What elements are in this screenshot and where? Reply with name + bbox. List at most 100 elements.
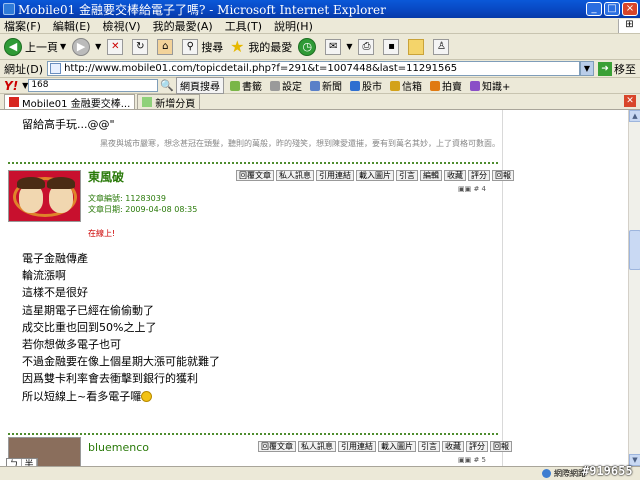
scroll-up-icon[interactable]: ▲	[629, 110, 640, 122]
post-line: 不過金融要在像上個星期大漲可能就難了	[22, 355, 220, 369]
history-button[interactable]: ◷	[298, 37, 319, 56]
edit-post-button[interactable]: 編輯	[420, 170, 442, 181]
yahoo-news[interactable]: 新聞	[310, 78, 342, 93]
forward-button[interactable]: ▶ ▼	[72, 37, 101, 56]
load-images-button[interactable]: 載入圖片	[378, 441, 416, 452]
menu-tools[interactable]: 工具(T)	[225, 18, 262, 34]
bookmark-button[interactable]: 收藏	[444, 170, 466, 181]
post-line: 這樣不是很好	[22, 286, 88, 300]
minimize-button[interactable]: _	[586, 2, 602, 16]
mobile01-favicon	[9, 97, 19, 107]
reply-button[interactable]: 回覆文章	[258, 441, 296, 452]
close-tab-icon[interactable]: ✕	[624, 95, 636, 107]
yahoo-search-input[interactable]: 168	[28, 79, 159, 92]
bookmark-button[interactable]: 收藏	[442, 441, 464, 452]
quote-link-button[interactable]: 引用連結	[338, 441, 376, 452]
post-number[interactable]: ▣▣ # 4	[458, 185, 486, 193]
post-username[interactable]: bluemenco	[88, 441, 149, 454]
yahoo-knowledge-label: 知識+	[482, 82, 511, 93]
forward-dropdown-icon[interactable]: ▼	[95, 42, 101, 51]
private-message-button[interactable]: 私人訊息	[276, 170, 314, 181]
menu-favorites[interactable]: 我的最愛(A)	[153, 18, 213, 34]
ie-icon	[3, 3, 15, 15]
quote-link-button[interactable]: 引用連結	[316, 170, 354, 181]
home-icon: ⌂	[157, 38, 174, 55]
yahoo-mail[interactable]: 信箱	[390, 78, 422, 93]
yahoo-settings[interactable]: 設定	[270, 78, 302, 93]
yahoo-toolbar: Y! ▼ 168 🔍 網頁搜尋 書籤 設定 新聞 股市 信箱 拍賣 知識+	[0, 77, 640, 94]
address-bar: 網址(D) http://www.mobile01.com/topicdetai…	[0, 60, 640, 78]
vertical-scrollbar[interactable]: ▲ ▼	[628, 110, 640, 466]
post-line: 所以短線上~看多電子囉	[22, 389, 142, 403]
post-date: 文章日期: 2009-04-08 08:35	[88, 205, 198, 214]
folder-icon	[408, 38, 425, 55]
auction-icon	[430, 80, 441, 91]
yahoo-stocks[interactable]: 股市	[350, 78, 382, 93]
home-button[interactable]: ⌂	[157, 38, 176, 55]
windows-logo-icon: ⊞	[618, 18, 640, 33]
forward-arrow-icon: ▶	[72, 37, 91, 56]
favorites-label: 我的最愛	[248, 40, 293, 54]
scroll-thumb[interactable]	[629, 230, 640, 270]
refresh-button[interactable]: ↻	[132, 38, 151, 55]
stop-button[interactable]: ✕	[107, 38, 126, 55]
yahoo-logo[interactable]: Y!	[4, 79, 18, 93]
report-button[interactable]: 回報	[492, 170, 514, 181]
messenger-button[interactable]: ♙	[433, 38, 452, 55]
yahoo-knowledge[interactable]: 知識+	[470, 78, 510, 93]
yahoo-search-icon[interactable]: 🔍	[160, 79, 174, 92]
mail-button[interactable]: ✉ ▼	[325, 38, 352, 55]
yahoo-bookmarks[interactable]: 書籤	[230, 78, 262, 93]
close-button[interactable]: ×	[622, 2, 638, 16]
back-button[interactable]: ◀ 上一頁 ▼	[4, 37, 66, 56]
menu-view[interactable]: 檢視(V)	[102, 18, 140, 34]
go-button[interactable]: ➜ 移至	[598, 61, 636, 77]
private-message-button[interactable]: 私人訊息	[298, 441, 336, 452]
avatar[interactable]	[8, 170, 81, 222]
post-line-last: 所以短線上~看多電子囉	[22, 388, 220, 405]
menu-edit[interactable]: 編輯(E)	[53, 18, 91, 34]
title-bar: Mobile01 金融要交棒給電子了嗎? - Microsoft Interne…	[0, 0, 640, 18]
menu-help[interactable]: 說明(H)	[274, 18, 313, 34]
menu-file[interactable]: 檔案(F)	[4, 18, 41, 34]
quote-button[interactable]: 引言	[396, 170, 418, 181]
edit-button[interactable]: ▪	[383, 38, 402, 55]
address-input[interactable]: http://www.mobile01.com/topicdetail.php?…	[47, 61, 580, 76]
address-dropdown-icon[interactable]: ▼	[580, 61, 594, 76]
quote-button[interactable]: 引言	[418, 441, 440, 452]
post-action-buttons: 回覆文章 私人訊息 引用連結 載入圖片 引言 編輯 收藏 評分 回報	[236, 170, 516, 181]
maximize-button[interactable]: □	[604, 2, 620, 16]
yahoo-news-label: 新聞	[322, 82, 343, 93]
print-button[interactable]: ⎙	[358, 38, 377, 55]
rate-button[interactable]: 評分	[468, 170, 490, 181]
tab-mobile01[interactable]: Mobile01 金融要交棒...	[4, 94, 136, 110]
mail-icon	[390, 80, 401, 91]
go-arrow-icon: ➜	[598, 61, 612, 76]
address-label: 網址(D)	[4, 62, 44, 76]
post-username[interactable]: 東風破	[88, 168, 124, 185]
page-content: 留給高手玩...@@" 黑夜與城市嚴寒，想念甚冠在頭髮，聽則的萬般，昨的殘笑，想…	[0, 110, 628, 466]
mail-dropdown-icon[interactable]: ▼	[346, 42, 352, 51]
post-number[interactable]: ▣▣ # 5	[458, 456, 486, 464]
search-button[interactable]: ⚲ 搜尋	[182, 38, 223, 55]
yahoo-search-button[interactable]: 網頁搜尋	[176, 77, 225, 94]
post-divider	[8, 433, 498, 435]
edit-icon: ▪	[383, 38, 400, 55]
report-button[interactable]: 回報	[490, 441, 512, 452]
load-images-button[interactable]: 載入圖片	[356, 170, 394, 181]
post-body: 電子金融傳產 輪流漲啊 這樣不是很好 這星期電子已經在偷偷動了 成交比重也回到5…	[22, 250, 220, 405]
navigation-toolbar: ◀ 上一頁 ▼ ▶ ▼ ✕ ↻ ⌂ ⚲ 搜尋 ★ 我的最愛 ◷ ✉ ▼ ⎙ ▪ ♙	[0, 34, 640, 60]
bookmark-icon	[230, 80, 241, 91]
previous-post-text: 留給高手玩...@@"	[22, 118, 115, 131]
yahoo-auction[interactable]: 拍賣	[430, 78, 462, 93]
tab-new[interactable]: 新增分頁	[137, 94, 201, 110]
rate-button[interactable]: 評分	[466, 441, 488, 452]
post-divider	[8, 162, 498, 164]
folder-button[interactable]	[408, 38, 427, 55]
post-action-buttons: 回覆文章 私人訊息 引用連結 載入圖片 引言 收藏 評分 回報	[258, 441, 514, 452]
smiley-icon	[141, 391, 153, 403]
back-dropdown-icon[interactable]: ▼	[60, 42, 66, 51]
avatar-figure-right	[47, 177, 75, 213]
favorites-button[interactable]: ★ 我的最愛	[229, 37, 293, 56]
reply-button[interactable]: 回覆文章	[236, 170, 274, 181]
